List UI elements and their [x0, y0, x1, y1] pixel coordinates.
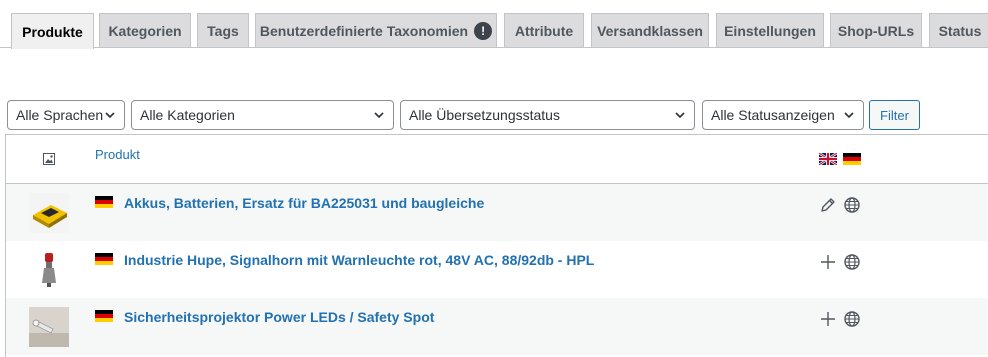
tab-label: Tags — [207, 23, 239, 39]
pencil-icon[interactable] — [819, 196, 837, 214]
tab-einstellungen[interactable]: Einstellungen — [716, 13, 824, 48]
plus-icon[interactable] — [819, 253, 837, 271]
flag-de-icon — [95, 196, 113, 208]
table-row: Industrie Hupe, Signalhorn mit Warnleuch… — [6, 241, 988, 298]
select-value: Alle Übersetzungsstatus — [409, 107, 560, 123]
tab-status[interactable]: Status — [929, 13, 988, 48]
select-value: Alle Sprachen — [16, 107, 104, 123]
chevron-down-icon — [844, 112, 854, 119]
product-thumbnail[interactable] — [29, 193, 69, 233]
table-header: Produkt — [6, 135, 988, 184]
chevron-down-icon — [675, 112, 685, 119]
tab-label: Shop-URLs — [837, 23, 915, 39]
globe-icon[interactable] — [843, 253, 861, 271]
table-row: Sicherheitsprojektor Power LEDs / Safety… — [6, 298, 988, 355]
tab-label: Benutzerdefinierte Taxonomien — [259, 23, 469, 39]
product-column-header[interactable]: Produkt — [95, 147, 140, 162]
languages-select[interactable]: Alle Sprachen — [7, 100, 125, 130]
tab-tags[interactable]: Tags — [197, 13, 249, 48]
tab-label: Produkte — [22, 23, 83, 40]
select-value: Alle Kategorien — [140, 107, 235, 123]
product-title-link[interactable]: Akkus, Batterien, Ersatz für BA225031 un… — [124, 195, 484, 211]
tab-divider — [0, 47, 988, 48]
chevron-down-icon — [105, 112, 115, 119]
flag-de-icon — [843, 153, 861, 165]
globe-icon[interactable] — [843, 196, 861, 214]
tab-bar: Produkte Kategorien Tags Benutzerdefinie… — [0, 0, 988, 49]
tab-attribute[interactable]: Attribute — [504, 13, 584, 48]
tab-benutzerdefinierte-taxonomien[interactable]: Benutzerdefinierte Taxonomien ! — [255, 13, 497, 48]
product-title-link[interactable]: Sicherheitsprojektor Power LEDs / Safety… — [124, 309, 434, 325]
status-display-select[interactable]: Alle Statusanzeigen — [702, 100, 864, 130]
image-icon — [43, 153, 55, 165]
safety-spot-image — [29, 307, 69, 347]
plus-icon[interactable] — [819, 310, 837, 328]
categories-select[interactable]: Alle Kategorien — [131, 100, 394, 130]
tab-label: Status — [938, 23, 982, 39]
flag-de-icon — [95, 310, 113, 322]
filter-button[interactable]: Filter — [869, 100, 920, 130]
flag-de-icon — [95, 253, 113, 265]
tab-label: Versandklassen — [597, 23, 703, 39]
product-title-link[interactable]: Industrie Hupe, Signalhorn mit Warnleuch… — [124, 252, 594, 268]
products-table: Produkt Akkus, Batterien, Ersatz für BA2… — [5, 134, 988, 357]
product-thumbnail[interactable] — [29, 307, 69, 347]
tab-produkte[interactable]: Produkte — [11, 13, 94, 49]
signal-horn-image — [29, 249, 69, 289]
tab-versandklassen[interactable]: Versandklassen — [591, 13, 709, 48]
tab-kategorien[interactable]: Kategorien — [99, 13, 191, 48]
battery-pack-image — [29, 193, 69, 233]
chevron-down-icon — [374, 112, 384, 119]
translation-status-select[interactable]: Alle Übersetzungsstatus — [400, 100, 695, 130]
table-row: Akkus, Batterien, Ersatz für BA225031 un… — [6, 184, 988, 241]
tab-shop-urls[interactable]: Shop-URLs — [830, 13, 922, 48]
product-thumbnail[interactable] — [29, 249, 69, 289]
tab-label: Einstellungen — [724, 23, 816, 39]
select-value: Alle Statusanzeigen — [711, 107, 835, 123]
globe-icon[interactable] — [843, 310, 861, 328]
tab-label: Kategorien — [108, 23, 182, 39]
tab-label: Attribute — [514, 23, 574, 39]
warning-badge-icon: ! — [474, 22, 493, 40]
flag-gb-icon — [819, 153, 837, 165]
